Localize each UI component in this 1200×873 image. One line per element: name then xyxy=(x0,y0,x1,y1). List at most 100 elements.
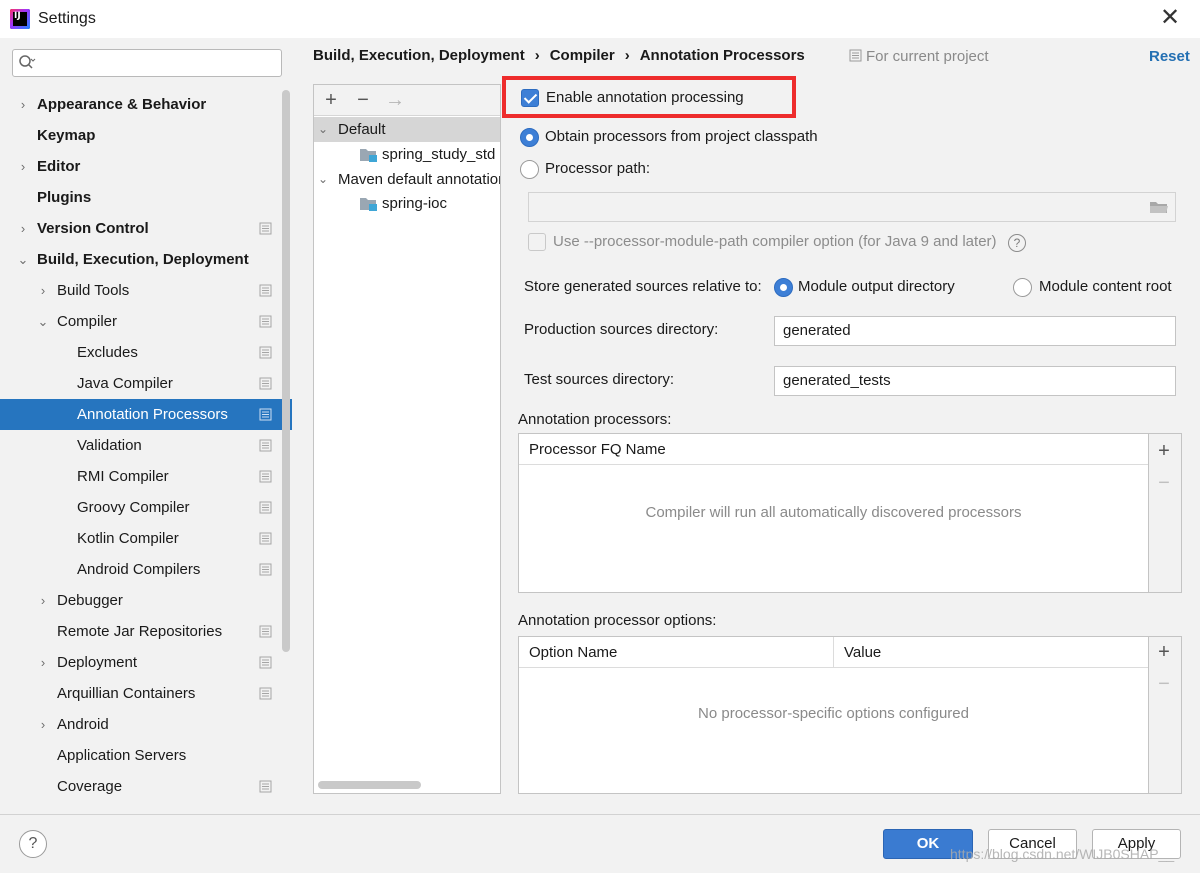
module-output-directory-radio[interactable] xyxy=(774,278,793,297)
breadcrumb-item: Annotation Processors xyxy=(639,47,805,64)
add-option-button[interactable]: + xyxy=(1151,638,1177,666)
sidebar-item[interactable]: ⌄ Compiler xyxy=(0,306,292,337)
options-empty-message: No processor-specific options configured xyxy=(698,705,969,722)
processor-path-field[interactable] xyxy=(528,192,1176,222)
help-icon[interactable]: ? xyxy=(1008,234,1026,252)
sidebar-item[interactable]: Kotlin Compiler xyxy=(0,523,292,554)
sidebar-item[interactable]: › Version Control xyxy=(0,213,292,244)
sidebar-item[interactable]: Remote Jar Repositories xyxy=(0,616,292,647)
remove-profile-button[interactable]: − xyxy=(351,86,375,114)
sidebar-item[interactable]: › Deployment xyxy=(0,647,292,678)
sidebar-item[interactable]: › Build Tools xyxy=(0,275,292,306)
chevron-down-icon[interactable]: ⌄ xyxy=(316,167,330,192)
chevron-right-icon[interactable]: › xyxy=(16,213,30,244)
profile-item[interactable]: ⌄ Default xyxy=(314,117,500,142)
processor-module-path-label[interactable]: Use --processor-module-path compiler opt… xyxy=(553,233,997,250)
add-processor-button[interactable]: + xyxy=(1151,437,1177,465)
chevron-down-icon[interactable]: ⌄ xyxy=(36,306,50,337)
sidebar-item-label: Build, Execution, Deployment xyxy=(37,251,249,268)
sidebar-item[interactable]: Validation xyxy=(0,430,292,461)
help-button[interactable]: ? xyxy=(19,830,47,858)
profile-item[interactable]: ⌄ Maven default annotation processors pro… xyxy=(314,167,500,192)
chevron-right-icon[interactable]: › xyxy=(36,709,50,740)
project-scope-icon xyxy=(259,439,272,452)
production-dir-label: Production sources directory: xyxy=(524,321,719,338)
project-scope-icon xyxy=(259,687,272,700)
sidebar-item[interactable]: Excludes xyxy=(0,337,292,368)
sidebar-item[interactable]: Groovy Compiler xyxy=(0,492,292,523)
column-divider[interactable] xyxy=(833,637,834,667)
chevron-right-icon[interactable]: › xyxy=(36,585,50,616)
project-scope-icon xyxy=(259,501,272,514)
processor-path-label[interactable]: Processor path: xyxy=(545,160,650,177)
intellij-logo-icon: IJ xyxy=(10,9,30,29)
sidebar-item[interactable]: Coverage xyxy=(0,771,292,802)
remove-processor-button[interactable]: − xyxy=(1151,469,1177,497)
sidebar-item[interactable]: Java Compiler xyxy=(0,368,292,399)
sidebar-item[interactable]: Arquillian Containers xyxy=(0,678,292,709)
folder-icon[interactable] xyxy=(1148,198,1170,216)
processor-path-radio[interactable] xyxy=(520,160,539,179)
sidebar-scrollbar[interactable] xyxy=(282,90,290,652)
production-dir-field[interactable]: generated xyxy=(774,316,1176,346)
processor-module-path-checkbox[interactable] xyxy=(528,233,546,251)
column-header-value[interactable]: Value xyxy=(844,637,881,668)
chevron-down-icon[interactable]: ⌄ xyxy=(16,244,30,275)
module-content-root-label[interactable]: Module content root xyxy=(1039,278,1172,295)
chevron-down-icon[interactable]: ⌄ xyxy=(316,117,330,142)
scope-indicator: For current project xyxy=(849,48,989,65)
sidebar-item-label: Plugins xyxy=(37,189,92,206)
chevron-right-icon[interactable]: › xyxy=(16,89,30,120)
module-output-directory-label[interactable]: Module output directory xyxy=(798,278,955,295)
module-folder-icon xyxy=(360,149,377,162)
chevron-right-icon[interactable]: › xyxy=(36,647,50,678)
obtain-from-classpath-label[interactable]: Obtain processors from project classpath xyxy=(545,128,818,145)
obtain-from-classpath-radio[interactable] xyxy=(520,128,539,147)
search-input[interactable] xyxy=(12,49,282,77)
profile-item-label: spring_study_std xyxy=(382,146,496,163)
breadcrumb-separator: › xyxy=(624,47,630,64)
sidebar-item-label: Appearance & Behavior xyxy=(37,96,207,113)
breadcrumb: Build, Execution, Deployment › Compiler › An… xyxy=(313,47,805,64)
column-header-processor-fq-name[interactable]: Processor FQ Name xyxy=(529,434,666,465)
project-scope-icon xyxy=(259,656,272,669)
profiles-scrollbar[interactable] xyxy=(318,781,421,789)
sidebar-item[interactable]: › Debugger xyxy=(0,585,292,616)
window-title: Settings xyxy=(38,10,96,27)
sidebar-item-label: Groovy Compiler xyxy=(77,499,190,516)
sidebar-item[interactable]: Annotation Processors xyxy=(0,399,292,430)
profile-module-item[interactable]: spring-ioc xyxy=(314,191,500,216)
sidebar-item[interactable]: Keymap xyxy=(0,120,292,151)
store-generated-label: Store generated sources relative to: xyxy=(524,278,762,295)
sidebar-item[interactable]: Application Servers xyxy=(0,740,292,771)
annotation-processors-title: Annotation processors: xyxy=(518,411,672,428)
sidebar-item[interactable]: › Editor xyxy=(0,151,292,182)
sidebar-item-label: Annotation Processors xyxy=(77,406,228,423)
breadcrumb-item: Build, Execution, Deployment xyxy=(313,47,525,64)
sidebar-item[interactable]: › Appearance & Behavior xyxy=(0,89,292,120)
sidebar-item[interactable]: › Android xyxy=(0,709,292,740)
column-header-option-name[interactable]: Option Name xyxy=(529,637,617,668)
add-profile-button[interactable]: + xyxy=(319,86,343,114)
test-dir-field[interactable]: generated_tests xyxy=(774,366,1176,396)
sidebar-item-label: Compiler xyxy=(57,313,118,330)
highlight-annotation-box xyxy=(502,76,796,118)
sidebar-item[interactable]: RMI Compiler xyxy=(0,461,292,492)
chevron-right-icon[interactable]: › xyxy=(36,275,50,306)
sidebar-item[interactable]: ⌄ Build, Execution, Deployment xyxy=(0,244,292,275)
search-icon xyxy=(19,55,36,69)
sidebar-item[interactable]: Plugins xyxy=(0,182,292,213)
project-scope-icon xyxy=(259,780,272,793)
sidebar-item[interactable]: Android Compilers xyxy=(0,554,292,585)
chevron-right-icon[interactable]: › xyxy=(16,151,30,182)
project-scope-icon xyxy=(259,284,272,297)
sidebar-item-label: Application Servers xyxy=(57,747,187,764)
profile-module-item[interactable]: spring_study_std xyxy=(314,142,500,167)
title-bar xyxy=(0,0,1200,38)
remove-option-button[interactable]: − xyxy=(1151,670,1177,698)
project-scope-icon xyxy=(259,315,272,328)
reset-link[interactable]: Reset xyxy=(1149,48,1190,65)
close-icon[interactable]: ✕ xyxy=(1156,4,1184,32)
move-module-button[interactable]: → xyxy=(383,86,407,114)
module-content-root-radio[interactable] xyxy=(1013,278,1032,297)
